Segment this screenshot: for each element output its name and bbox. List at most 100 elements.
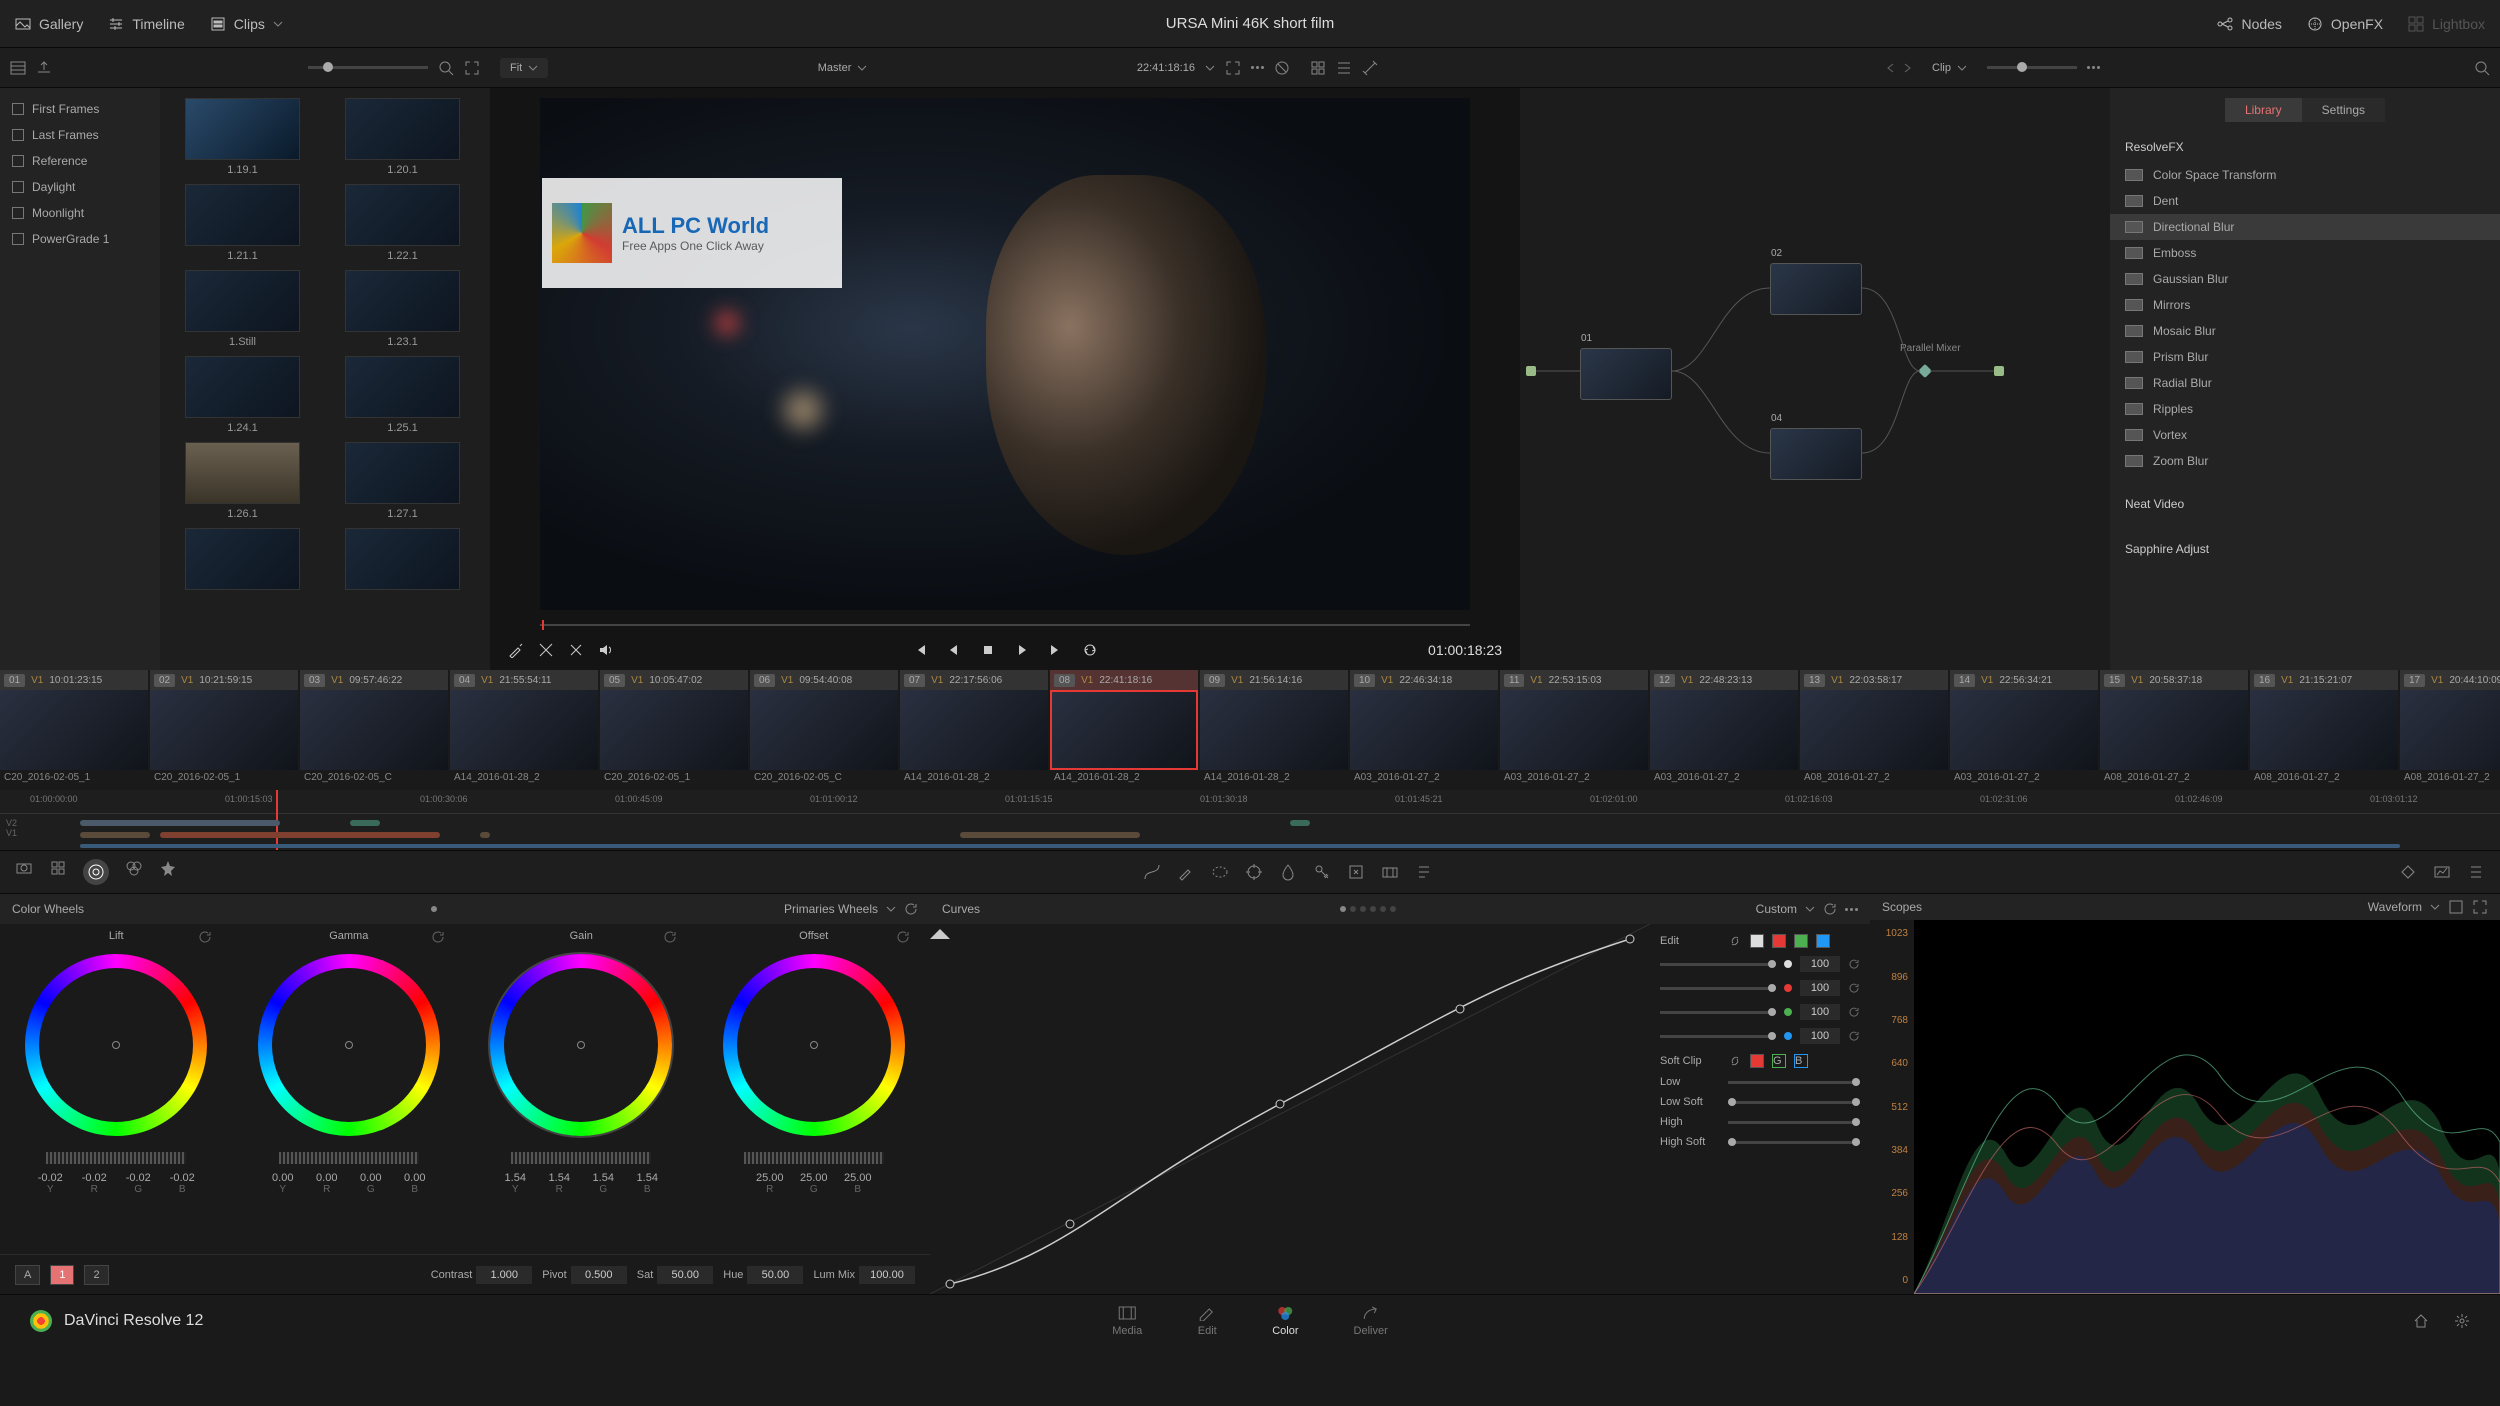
node-02[interactable]: 02 <box>1770 263 1862 315</box>
reset-icon[interactable] <box>431 930 445 944</box>
still-thumb[interactable]: 1.Still <box>170 270 315 348</box>
data-burn-icon[interactable] <box>1415 863 1433 881</box>
still-thumb[interactable]: 1.27.1 <box>330 442 475 520</box>
chevron-down-icon[interactable] <box>1205 65 1215 71</box>
still-thumb[interactable]: 1.20.1 <box>330 98 475 176</box>
page-2-button[interactable]: 2 <box>84 1265 108 1285</box>
intensity-g-input[interactable] <box>1800 1004 1840 1020</box>
qualifier-icon[interactable] <box>1177 863 1195 881</box>
clip-thumb[interactable]: 17V120:44:10:09A08_2016-01-27_2 <box>2400 670 2500 790</box>
more-icon[interactable] <box>1845 908 1858 911</box>
intensity-b-slider[interactable] <box>1660 1035 1776 1038</box>
highsoft-slider[interactable] <box>1728 1141 1860 1144</box>
scope-layout-icon[interactable] <box>2448 899 2464 915</box>
lummix-input[interactable] <box>859 1266 915 1284</box>
reset-icon[interactable] <box>1823 902 1837 916</box>
fx-item[interactable]: Radial Blur <box>2110 370 2500 396</box>
gain-values[interactable]: 1.541.541.541.54 <box>497 1172 665 1184</box>
link-icon[interactable] <box>1728 934 1742 948</box>
prev-icon[interactable] <box>1886 63 1894 73</box>
lift-wheel[interactable] <box>25 954 207 1136</box>
clip-thumb[interactable]: 14V122:56:34:21A03_2016-01-27_2 <box>1950 670 2098 790</box>
blur-icon[interactable] <box>1279 863 1297 881</box>
sidebar-item[interactable]: First Frames <box>0 96 160 122</box>
page-color[interactable]: Color <box>1272 1305 1298 1337</box>
edit-g-checkbox[interactable] <box>1794 934 1808 948</box>
auto-balance-button[interactable]: A <box>15 1265 40 1285</box>
clip-thumb[interactable]: 11V122:53:15:03A03_2016-01-27_2 <box>1500 670 1648 790</box>
fx-item[interactable]: Vortex <box>2110 422 2500 448</box>
info-icon[interactable] <box>2467 863 2485 881</box>
edit-y-checkbox[interactable] <box>1750 934 1764 948</box>
reset-icon[interactable] <box>663 930 677 944</box>
intensity-b-input[interactable] <box>1800 1028 1840 1044</box>
speaker-icon[interactable] <box>598 642 614 658</box>
fx-item[interactable]: Dent <box>2110 188 2500 214</box>
sidebar-item[interactable]: Reference <box>0 148 160 174</box>
export-icon[interactable] <box>36 60 52 76</box>
pivot-input[interactable] <box>571 1266 627 1284</box>
offset-wheel[interactable] <box>723 954 905 1136</box>
stop-icon[interactable] <box>980 642 996 658</box>
intensity-y-input[interactable] <box>1800 956 1840 972</box>
fullscreen-icon[interactable] <box>1225 60 1241 76</box>
fx-tab-settings[interactable]: Settings <box>2302 98 2385 122</box>
sidebar-item[interactable]: Moonlight <box>0 200 160 226</box>
intensity-g-slider[interactable] <box>1660 1011 1776 1014</box>
clip-thumb[interactable]: 08V122:41:18:16A14_2016-01-28_2 <box>1050 670 1198 790</box>
key-icon[interactable] <box>1313 863 1331 881</box>
node-zoom-slider[interactable] <box>1987 66 2077 69</box>
page-edit[interactable]: Edit <box>1197 1305 1217 1337</box>
scopes-icon[interactable] <box>2433 863 2451 881</box>
nodes-button[interactable]: Nodes <box>2217 16 2281 32</box>
primaries-mode[interactable]: Primaries Wheels <box>784 902 878 916</box>
sidebar-item[interactable]: Last Frames <box>0 122 160 148</box>
curve-editor[interactable] <box>930 924 1650 1294</box>
expand-icon[interactable] <box>2472 899 2488 915</box>
mini-timeline[interactable]: 01:00:00:0001:00:15:0301:00:30:0601:00:4… <box>0 790 2500 850</box>
clip-thumb[interactable]: 07V122:17:56:06A14_2016-01-28_2 <box>900 670 1048 790</box>
fx-item[interactable]: Zoom Blur <box>2110 448 2500 474</box>
fx-item[interactable]: Gaussian Blur <box>2110 266 2500 292</box>
clip-thumb[interactable]: 02V110:21:59:15C20_2016-02-05_1 <box>150 670 298 790</box>
last-frame-icon[interactable] <box>1048 642 1064 658</box>
lightbox-button[interactable]: Lightbox <box>2408 16 2485 32</box>
lift-values[interactable]: -0.02-0.02-0.02-0.02 <box>32 1172 200 1184</box>
rgb-mixer-icon[interactable] <box>125 859 143 877</box>
softclip-r-checkbox[interactable] <box>1750 1054 1764 1068</box>
viewer-scrubber[interactable] <box>540 620 1470 630</box>
reset-icon[interactable] <box>198 930 212 944</box>
intensity-r-input[interactable] <box>1800 980 1840 996</box>
viewer-fit-dropdown[interactable]: Fit <box>500 58 548 78</box>
low-slider[interactable] <box>1728 1081 1860 1084</box>
clip-thumb[interactable]: 06V109:54:40:08C20_2016-02-05_C <box>750 670 898 790</box>
fx-tab-library[interactable]: Library <box>2225 98 2302 122</box>
list-view-icon[interactable] <box>10 60 26 76</box>
still-thumb[interactable]: 1.19.1 <box>170 98 315 176</box>
still-thumb[interactable]: 1.24.1 <box>170 356 315 434</box>
clip-thumb[interactable]: 16V121:15:21:07A08_2016-01-27_2 <box>2250 670 2398 790</box>
openfx-button[interactable]: OpenFX <box>2307 16 2383 32</box>
node-04[interactable]: 04 <box>1770 428 1862 480</box>
grid-icon[interactable] <box>1310 60 1326 76</box>
gamma-master-slider[interactable] <box>279 1152 419 1164</box>
next-icon[interactable] <box>1904 63 1912 73</box>
node-input[interactable] <box>1526 366 1536 376</box>
clips-button[interactable]: Clips <box>210 16 283 32</box>
reset-icon[interactable] <box>1848 982 1860 994</box>
list2-icon[interactable] <box>1336 60 1352 76</box>
sidebar-item[interactable]: Daylight <box>0 174 160 200</box>
prev-frame-icon[interactable] <box>946 642 962 658</box>
expand-icon[interactable] <box>464 60 480 76</box>
gamma-values[interactable]: 0.000.000.000.00 <box>265 1172 433 1184</box>
stereo-icon[interactable] <box>1381 863 1399 881</box>
page-deliver[interactable]: Deliver <box>1354 1305 1388 1337</box>
close-icon[interactable] <box>568 642 584 658</box>
gallery-button[interactable]: Gallery <box>15 16 83 32</box>
gain-master-slider[interactable] <box>511 1152 651 1164</box>
page-1-button[interactable]: 1 <box>50 1265 74 1285</box>
fx-item[interactable]: Mosaic Blur <box>2110 318 2500 344</box>
clip-thumb[interactable]: 03V109:57:46:22C20_2016-02-05_C <box>300 670 448 790</box>
settings-icon[interactable] <box>2454 1313 2470 1329</box>
tracker-icon[interactable] <box>1245 863 1263 881</box>
